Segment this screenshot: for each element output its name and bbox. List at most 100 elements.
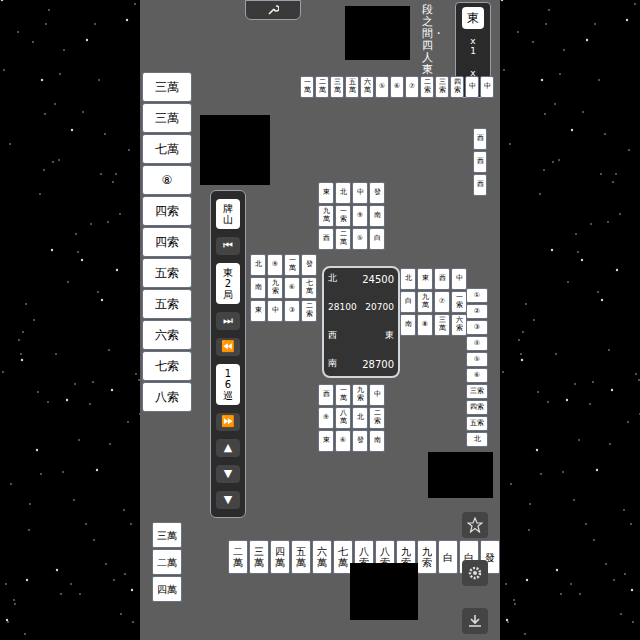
tile[interactable]: 六萬 [312,540,332,574]
tile[interactable]: 二萬 [335,228,351,250]
panel-button[interactable]: ▼ [216,465,240,483]
tile[interactable]: ⑧ [142,165,192,195]
tile[interactable]: 西 [473,128,487,150]
tile[interactable]: 北 [466,432,488,447]
tile[interactable]: 三萬 [330,76,344,98]
tile[interactable]: 七萬 [301,277,317,299]
tile[interactable]: 一萬 [335,384,351,406]
panel-button[interactable]: ▼ [216,491,240,509]
tile[interactable]: 五萬 [345,76,359,98]
tile[interactable]: ⑥ [284,277,300,299]
tile[interactable]: 南 [369,205,385,227]
tile[interactable]: ② [466,304,488,319]
tile[interactable]: 北 [335,182,351,204]
tile[interactable]: 三萬 [249,540,269,574]
tile[interactable]: 四索 [466,400,488,415]
tile[interactable]: ⑨ [267,254,283,276]
tile[interactable]: 三索 [466,384,488,399]
tile[interactable]: ⑤ [375,76,389,98]
settings-button[interactable] [462,560,488,586]
tile[interactable]: 八萬 [335,407,351,429]
tile[interactable]: 七萬 [142,134,192,164]
tile[interactable]: 四索 [142,227,192,257]
tile[interactable]: ⑨ [352,205,368,227]
tile[interactable]: 白 [438,540,458,574]
tile[interactable]: 九索 [417,540,437,574]
download-button[interactable] [462,608,488,634]
tile[interactable]: 二索 [420,76,434,98]
tile[interactable]: 南 [400,314,416,336]
panel-button[interactable]: ⏭ [216,312,240,330]
tile[interactable]: 中 [465,76,479,98]
tile[interactable]: 二索 [301,300,317,322]
panel-button[interactable]: ▲ [216,439,240,457]
tile[interactable]: 發 [369,182,385,204]
tile[interactable]: 一萬 [284,254,300,276]
tile[interactable]: 白 [369,228,385,250]
tile[interactable]: ⑥ [335,430,351,452]
tile[interactable]: 五索 [466,416,488,431]
tile[interactable]: 三索 [435,76,449,98]
tile[interactable]: 北 [250,254,266,276]
tile[interactable]: 六萬 [360,76,374,98]
tile[interactable]: 五萬 [291,540,311,574]
tile[interactable]: 八索 [142,382,192,412]
tile[interactable]: 西 [473,151,487,173]
tile[interactable]: ③ [284,300,300,322]
tile[interactable]: 東 [417,268,433,290]
tile[interactable]: ⑥ [390,76,404,98]
tile[interactable]: 三萬 [434,314,450,336]
tile[interactable]: 三萬 [142,72,192,102]
tile[interactable]: ⑤ [352,228,368,250]
tile[interactable]: 中 [451,268,467,290]
tile[interactable]: 南 [250,277,266,299]
favorite-button[interactable] [462,512,488,538]
tile[interactable]: 西 [318,228,334,250]
tile[interactable]: ⑤ [466,352,488,367]
tile[interactable]: 發 [352,430,368,452]
tile[interactable]: 二索 [369,407,385,429]
tile[interactable]: 三萬 [142,103,192,133]
tile[interactable]: 五索 [142,258,192,288]
tile[interactable]: 東 [318,430,334,452]
tile[interactable]: 中 [480,76,494,98]
tile[interactable]: 四索 [450,76,464,98]
tile[interactable]: 四索 [142,196,192,226]
tile[interactable]: 九索 [352,384,368,406]
tile[interactable]: 中 [369,384,385,406]
tile[interactable]: 東 [250,300,266,322]
tile[interactable]: 一萬 [300,76,314,98]
tile[interactable]: 六索 [451,314,467,336]
tile[interactable]: 中 [352,182,368,204]
panel-button[interactable]: ⏪ [216,338,240,356]
tile[interactable]: ⑥ [466,368,488,383]
tile[interactable]: 九萬 [318,205,334,227]
tile[interactable]: 四萬 [152,576,182,602]
tile[interactable]: 中 [267,300,283,322]
tile[interactable]: 二萬 [152,549,182,575]
tile[interactable]: 西 [473,174,487,196]
wrench-button[interactable] [245,0,301,20]
tile[interactable]: ④ [466,336,488,351]
tile[interactable]: 五索 [142,289,192,319]
tile[interactable]: 東 [318,182,334,204]
tile[interactable]: 九萬 [417,291,433,313]
tile[interactable]: 北 [400,268,416,290]
tile[interactable]: 北 [352,407,368,429]
tile[interactable]: 四萬 [270,540,290,574]
tile[interactable]: 七索 [142,351,192,381]
tile[interactable]: ⑨ [318,407,334,429]
tile[interactable]: 九索 [267,277,283,299]
tile[interactable]: ① [466,288,488,303]
tile[interactable]: 西 [318,384,334,406]
tile[interactable]: 發 [301,254,317,276]
tile[interactable]: ③ [466,320,488,335]
tile[interactable]: 二萬 [228,540,248,574]
tile[interactable]: ⑦ [405,76,419,98]
tile[interactable]: 西 [434,268,450,290]
panel-button[interactable]: ⏮ [216,237,240,255]
tile[interactable]: 六索 [142,320,192,350]
panel-button[interactable]: ⏩ [216,413,240,431]
tile[interactable]: ⑦ [434,291,450,313]
tile[interactable]: 一索 [451,291,467,313]
